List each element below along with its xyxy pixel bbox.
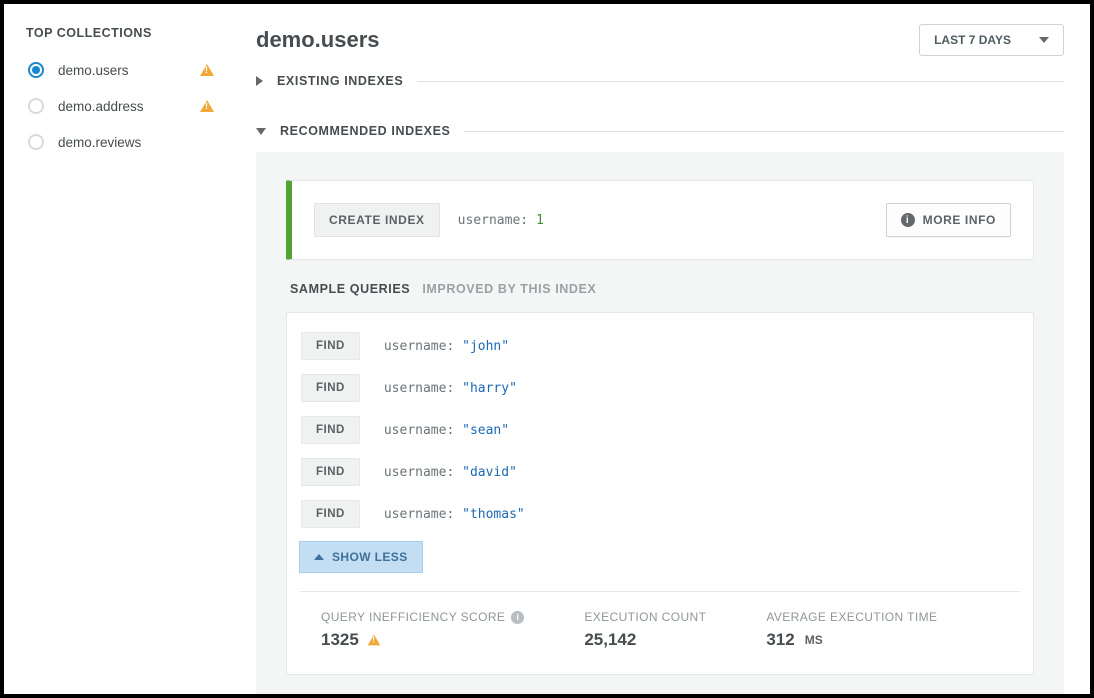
info-icon[interactable]: i bbox=[511, 611, 524, 624]
stat-label: AVERAGE EXECUTION TIME bbox=[766, 610, 937, 624]
query-text: username: "thomas" bbox=[384, 507, 525, 522]
query-key: username: bbox=[384, 423, 454, 438]
collection-item-address[interactable]: demo.address bbox=[26, 90, 218, 122]
stats-row: QUERY INEFFICIENCY SCORE i 1325 EXECUTIO… bbox=[299, 591, 1021, 674]
collection-item-users[interactable]: demo.users bbox=[26, 54, 218, 86]
section-recommended-indexes[interactable]: RECOMMENDED INDEXES bbox=[256, 124, 1064, 138]
stat-inefficiency: QUERY INEFFICIENCY SCORE i 1325 bbox=[321, 610, 524, 650]
query-value: "thomas" bbox=[462, 507, 525, 522]
query-text: username: "sean" bbox=[384, 423, 509, 438]
stat-value: 312 MS bbox=[766, 630, 937, 650]
query-op-badge: FIND bbox=[301, 416, 360, 444]
query-key: username: bbox=[384, 507, 454, 522]
divider bbox=[417, 81, 1064, 82]
stat-avg-time: AVERAGE EXECUTION TIME 312 MS bbox=[766, 610, 937, 650]
collection-name: demo.address bbox=[58, 99, 200, 114]
info-icon: i bbox=[901, 213, 915, 227]
chevron-up-icon bbox=[314, 554, 324, 560]
query-key: username: bbox=[384, 381, 454, 396]
query-text: username: "david" bbox=[384, 465, 517, 480]
query-value: "sean" bbox=[462, 423, 509, 438]
sidebar-title: TOP COLLECTIONS bbox=[26, 26, 218, 40]
query-row: FIND username: "david" bbox=[299, 451, 1021, 493]
show-less-label: SHOW LESS bbox=[332, 550, 408, 564]
header-row: demo.users LAST 7 DAYS bbox=[256, 24, 1064, 56]
divider bbox=[464, 131, 1064, 132]
sample-heading-1: SAMPLE QUERIES bbox=[290, 282, 410, 296]
date-range-dropdown[interactable]: LAST 7 DAYS bbox=[919, 24, 1064, 56]
create-index-button[interactable]: CREATE INDEX bbox=[314, 203, 440, 237]
query-key: username: bbox=[384, 339, 454, 354]
query-value: "john" bbox=[462, 339, 509, 354]
stat-label: QUERY INEFFICIENCY SCORE i bbox=[321, 610, 524, 624]
stat-value-text: 312 bbox=[766, 630, 794, 650]
collection-name: demo.reviews bbox=[58, 135, 216, 150]
query-row: FIND username: "harry" bbox=[299, 367, 1021, 409]
index-value: 1 bbox=[536, 213, 544, 228]
collection-item-reviews[interactable]: demo.reviews bbox=[26, 126, 218, 158]
stat-label: EXECUTION COUNT bbox=[584, 610, 706, 624]
sample-queries-heading: SAMPLE QUERIES IMPROVED BY THIS INDEX bbox=[290, 282, 1034, 296]
query-text: username: "harry" bbox=[384, 381, 517, 396]
more-info-button[interactable]: i MORE INFO bbox=[886, 203, 1011, 237]
index-spec: username: 1 bbox=[458, 213, 868, 228]
triangle-down-icon bbox=[256, 128, 266, 135]
warning-icon bbox=[200, 100, 214, 112]
stat-label-text: QUERY INEFFICIENCY SCORE bbox=[321, 610, 505, 624]
stat-execution-count: EXECUTION COUNT 25,142 bbox=[584, 610, 706, 650]
page-title: demo.users bbox=[256, 27, 380, 53]
more-info-label: MORE INFO bbox=[923, 213, 996, 227]
query-row: FIND username: "sean" bbox=[299, 409, 1021, 451]
query-op-badge: FIND bbox=[301, 374, 360, 402]
show-less-button[interactable]: SHOW LESS bbox=[299, 541, 423, 573]
query-row: FIND username: "john" bbox=[299, 325, 1021, 367]
recommended-panel: CREATE INDEX username: 1 i MORE INFO SAM… bbox=[256, 152, 1064, 694]
index-card: CREATE INDEX username: 1 i MORE INFO bbox=[286, 180, 1034, 260]
sidebar: TOP COLLECTIONS demo.users demo.address … bbox=[4, 4, 236, 694]
query-op-badge: FIND bbox=[301, 458, 360, 486]
query-op-badge: FIND bbox=[301, 332, 360, 360]
radio-unselected-icon bbox=[28, 98, 44, 114]
query-text: username: "john" bbox=[384, 339, 509, 354]
radio-unselected-icon bbox=[28, 134, 44, 150]
section-label: RECOMMENDED INDEXES bbox=[280, 124, 450, 138]
stat-value: 25,142 bbox=[584, 630, 706, 650]
query-key: username: bbox=[384, 465, 454, 480]
section-existing-indexes[interactable]: EXISTING INDEXES bbox=[256, 74, 1064, 88]
query-value: "david" bbox=[462, 465, 517, 480]
collection-name: demo.users bbox=[58, 63, 200, 78]
sample-heading-2: IMPROVED BY THIS INDEX bbox=[422, 282, 596, 296]
query-value: "harry" bbox=[462, 381, 517, 396]
collection-list: demo.users demo.address demo.reviews bbox=[26, 54, 218, 158]
radio-selected-icon bbox=[28, 62, 44, 78]
warning-icon bbox=[368, 635, 381, 646]
triangle-right-icon bbox=[256, 76, 263, 86]
section-label: EXISTING INDEXES bbox=[277, 74, 403, 88]
dropdown-label: LAST 7 DAYS bbox=[934, 33, 1011, 47]
stat-unit: MS bbox=[805, 633, 823, 647]
query-op-badge: FIND bbox=[301, 500, 360, 528]
stat-value: 1325 bbox=[321, 630, 524, 650]
main: demo.users LAST 7 DAYS EXISTING INDEXES … bbox=[236, 4, 1090, 694]
index-key: username: bbox=[458, 213, 528, 228]
query-row: FIND username: "thomas" bbox=[299, 493, 1021, 535]
chevron-down-icon bbox=[1039, 37, 1049, 43]
warning-icon bbox=[200, 64, 214, 76]
stat-value-text: 1325 bbox=[321, 630, 359, 650]
sample-queries-card: FIND username: "john" FIND username: "ha… bbox=[286, 312, 1034, 675]
